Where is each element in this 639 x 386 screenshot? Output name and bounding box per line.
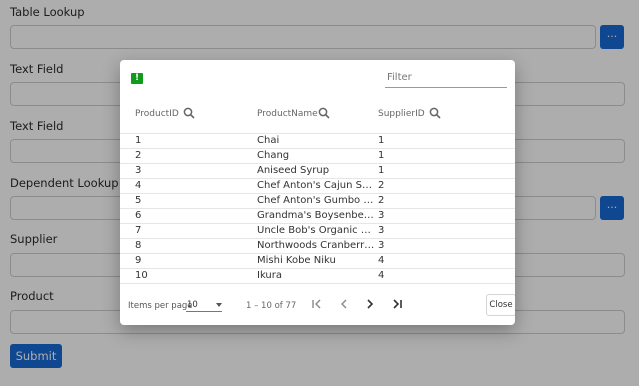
search-icon[interactable]	[429, 107, 441, 119]
items-per-page-label: Items per page	[128, 301, 193, 311]
table-body: 1 Chai 1 2 Chang 1 3 Aniseed Syrup 1 4 C…	[120, 133, 515, 284]
cell-productid: 4	[135, 180, 142, 191]
cell-supplierid: 4	[378, 255, 385, 266]
table-row[interactable]: 8 Northwoods Cranberry S... 3	[120, 238, 515, 253]
last-page-icon[interactable]	[390, 297, 404, 311]
cell-supplierid: 1	[378, 165, 385, 176]
page-size-select[interactable]: 10	[186, 299, 222, 312]
cell-productname: Mishi Kobe Niku	[257, 255, 336, 266]
paginator: Items per page 10 1 – 10 of 77	[120, 295, 515, 315]
cell-productid: 10	[135, 270, 148, 281]
cell-supplierid: 1	[378, 150, 385, 161]
cell-supplierid: 3	[378, 240, 385, 251]
table-row[interactable]: 5 Chef Anton's Gumbo Mix 2	[120, 193, 515, 208]
cell-supplierid: 2	[378, 195, 385, 206]
table-row[interactable]: 2 Chang 1	[120, 148, 515, 163]
table-row[interactable]: 6 Grandma's Boysenberry ... 3	[120, 208, 515, 223]
search-icon[interactable]	[183, 107, 195, 119]
cell-productname: Northwoods Cranberry S...	[257, 240, 375, 251]
table-row[interactable]: 4 Chef Anton's Cajun Seas... 2	[120, 178, 515, 193]
cell-productname: Uncle Bob's Organic Drie...	[257, 225, 375, 236]
cell-supplierid: 3	[378, 225, 385, 236]
cell-productname: Ikura	[257, 270, 283, 281]
cell-productname: Chef Anton's Gumbo Mix	[257, 195, 375, 206]
table-row[interactable]: 10 Ikura 4	[120, 268, 515, 284]
cell-productname: Chang	[257, 150, 290, 161]
column-header-productid[interactable]: ProductID	[135, 109, 179, 119]
dropdown-arrow-icon	[216, 303, 222, 307]
column-header-productname[interactable]: ProductName	[257, 109, 318, 119]
flag-icon[interactable]: !	[131, 73, 143, 84]
first-page-icon[interactable]	[310, 297, 324, 311]
cell-productname: Grandma's Boysenberry ...	[257, 210, 375, 221]
cell-productid: 7	[135, 225, 142, 236]
cell-productid: 3	[135, 165, 142, 176]
cell-supplierid: 4	[378, 270, 385, 281]
page-range-label: 1 – 10 of 77	[246, 301, 297, 311]
table-row[interactable]: 3 Aniseed Syrup 1	[120, 163, 515, 178]
page-size-value: 10	[187, 300, 198, 310]
filter-input[interactable]	[385, 69, 507, 88]
cell-productid: 9	[135, 255, 142, 266]
cell-productid: 1	[135, 135, 142, 146]
lookup-dialog: ! ProductID ProductName SupplierID 1 Cha…	[120, 60, 515, 325]
cell-productname: Chai	[257, 135, 280, 146]
next-page-icon[interactable]	[363, 297, 377, 311]
cell-productid: 6	[135, 210, 142, 221]
table-row[interactable]: 1 Chai 1	[120, 133, 515, 148]
table-row[interactable]: 7 Uncle Bob's Organic Drie... 3	[120, 223, 515, 238]
previous-page-icon[interactable]	[337, 297, 351, 311]
table-row[interactable]: 9 Mishi Kobe Niku 4	[120, 253, 515, 268]
search-icon[interactable]	[318, 107, 330, 119]
close-button[interactable]: Close	[486, 294, 515, 316]
cell-productname: Aniseed Syrup	[257, 165, 330, 176]
cell-productid: 8	[135, 240, 142, 251]
cell-supplierid: 2	[378, 180, 385, 191]
cell-supplierid: 3	[378, 210, 385, 221]
cell-productid: 2	[135, 150, 142, 161]
cell-productid: 5	[135, 195, 142, 206]
column-header-supplierid[interactable]: SupplierID	[378, 109, 425, 119]
cell-supplierid: 1	[378, 135, 385, 146]
cell-productname: Chef Anton's Cajun Seas...	[257, 180, 375, 191]
